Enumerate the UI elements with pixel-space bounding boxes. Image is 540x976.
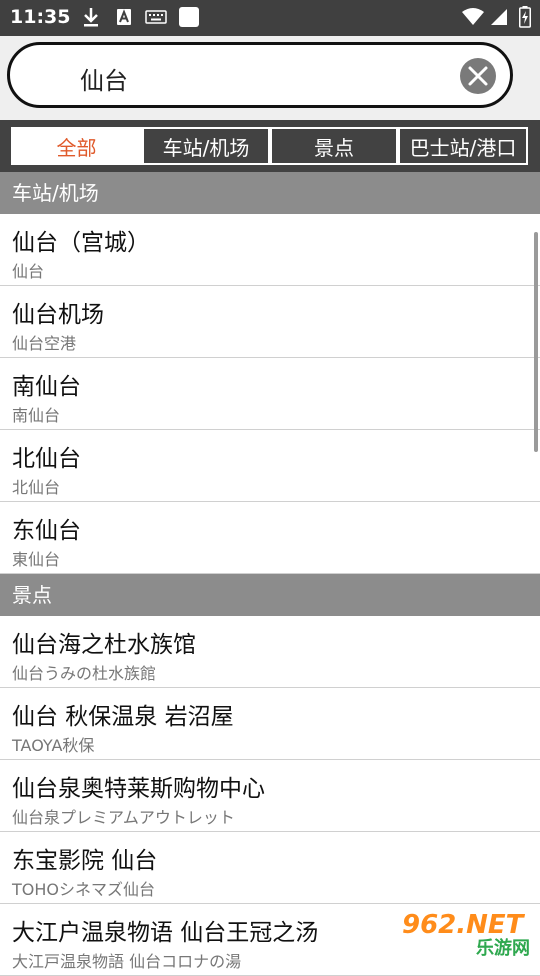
item-title: 仙台 秋保温泉 岩沼屋 xyxy=(12,704,234,730)
item-subtitle: 大江戸温泉物語 仙台コロナの湯 xyxy=(12,952,242,971)
tab-bus-stops-ports[interactable]: 巴士站/港口 xyxy=(398,127,528,165)
item-title: 北仙台 xyxy=(12,446,81,472)
status-time: 11:35 xyxy=(10,6,71,28)
keyboard-a-icon xyxy=(113,6,135,28)
item-title: 仙台机场 xyxy=(12,302,104,328)
keyboard-icon xyxy=(145,6,167,28)
item-subtitle: 仙台泉プレミアムアウトレット xyxy=(12,808,235,827)
list-item[interactable]: 仙台海之杜水族馆 仙台うみの杜水族館 xyxy=(0,616,540,688)
item-title: 仙台海之杜水族馆 xyxy=(12,632,196,658)
item-subtitle: 仙台空港 xyxy=(12,334,77,353)
item-title: 东宝影院 仙台 xyxy=(12,848,158,874)
list-item[interactable]: 东仙台 東仙台 xyxy=(0,502,540,574)
search-input[interactable]: 仙台 xyxy=(7,42,513,108)
list-item[interactable]: 仙台（宫城） 仙台 xyxy=(0,214,540,286)
search-area: 仙台 xyxy=(0,36,540,120)
item-title: 东仙台 xyxy=(12,518,81,544)
section-header-stations: 车站/机场 xyxy=(0,172,540,214)
results-list: 车站/机场 仙台（宫城） 仙台 仙台机场 仙台空港 南仙台 南仙台 北仙台 北仙… xyxy=(0,172,540,976)
signal-icon xyxy=(488,6,510,28)
category-tab-bar: 全部 车站/机场 景点 巴士站/港口 xyxy=(0,120,540,172)
item-title: 南仙台 xyxy=(12,374,81,400)
list-item[interactable]: 仙台泉奥特莱斯购物中心 仙台泉プレミアムアウトレット xyxy=(0,760,540,832)
list-item[interactable]: 东宝影院 仙台 TOHOシネマズ仙台 xyxy=(0,832,540,904)
tab-attractions[interactable]: 景点 xyxy=(270,127,398,165)
item-subtitle: 仙台うみの杜水族館 xyxy=(12,664,157,683)
item-subtitle: 東仙台 xyxy=(12,550,61,569)
watermark-subtext: 乐游网 xyxy=(476,938,530,959)
list-item[interactable]: 仙台机场 仙台空港 xyxy=(0,286,540,358)
tab-all[interactable]: 全部 xyxy=(11,127,142,165)
item-title: 仙台泉奥特莱斯购物中心 xyxy=(12,776,265,802)
list-item[interactable]: 仙台 秋保温泉 岩沼屋 TAOYA秋保 xyxy=(0,688,540,760)
section-header-attractions: 景点 xyxy=(0,574,540,616)
scrollbar[interactable] xyxy=(534,232,538,452)
close-icon xyxy=(468,66,488,86)
square-icon xyxy=(178,6,200,28)
list-item[interactable]: 北仙台 北仙台 xyxy=(0,430,540,502)
item-subtitle: 仙台 xyxy=(12,262,45,281)
item-title: 仙台（宫城） xyxy=(12,230,150,256)
download-icon xyxy=(80,6,102,28)
status-bar: 11:35 xyxy=(0,0,540,36)
item-subtitle: TAOYA秋保 xyxy=(12,736,95,755)
item-subtitle: 北仙台 xyxy=(12,478,61,497)
clear-search-button[interactable] xyxy=(460,58,496,94)
list-item[interactable]: 南仙台 南仙台 xyxy=(0,358,540,430)
search-query-text: 仙台 xyxy=(80,67,128,95)
tab-stations-airports[interactable]: 车站/机场 xyxy=(142,127,270,165)
watermark-logo: 962.NET 乐游网 xyxy=(400,910,536,959)
item-subtitle: TOHOシネマズ仙台 xyxy=(12,880,155,899)
item-title: 大江户温泉物语 仙台王冠之汤 xyxy=(12,920,319,946)
wifi-icon xyxy=(462,6,484,28)
item-subtitle: 南仙台 xyxy=(12,406,61,425)
battery-charging-icon xyxy=(514,6,536,28)
